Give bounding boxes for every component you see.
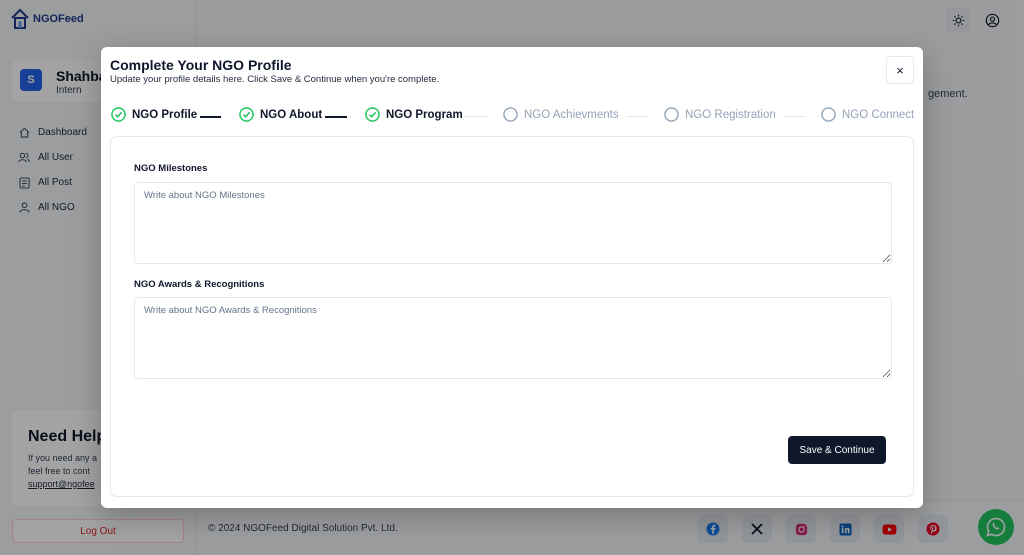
- step-connector: [626, 116, 648, 117]
- step-ngo-profile[interactable]: NGO Profile: [111, 107, 197, 122]
- step-label: NGO Achievments: [524, 108, 619, 121]
- step-label: NGO Program: [386, 108, 463, 121]
- awards-textarea[interactable]: [134, 297, 892, 379]
- stepper: NGO Profile NGO About NGO Program NGO Ac…: [111, 107, 923, 125]
- milestones-label: NGO Milestones: [134, 163, 208, 174]
- step-connector: [783, 116, 805, 117]
- empty-circle-icon: [821, 107, 836, 122]
- modal-title: Complete Your NGO Profile: [110, 57, 292, 73]
- check-circle-icon: [365, 107, 380, 122]
- step-ngo-achievments[interactable]: NGO Achievments: [503, 107, 619, 122]
- complete-profile-modal: Complete Your NGO Profile Update your pr…: [101, 47, 923, 508]
- modal-subtitle: Update your profile details here. Click …: [110, 74, 440, 85]
- step-label: NGO Registration: [685, 108, 776, 121]
- empty-circle-icon: [664, 107, 679, 122]
- step-label: NGO About: [260, 108, 323, 121]
- step-connector: [200, 116, 221, 118]
- step-label: NGO Connect: [842, 108, 915, 121]
- step-ngo-registration[interactable]: NGO Registration: [664, 107, 776, 122]
- step-ngo-program[interactable]: NGO Program: [365, 107, 463, 122]
- milestones-textarea[interactable]: [134, 182, 892, 264]
- step-ngo-connect[interactable]: NGO Connect: [821, 107, 914, 122]
- step-connector: [465, 116, 487, 117]
- step-connector: [325, 116, 347, 118]
- check-circle-icon: [111, 107, 126, 122]
- close-icon: ×: [896, 62, 904, 78]
- form-panel: NGO Milestones NGO Awards & Recognitions…: [110, 136, 914, 497]
- empty-circle-icon: [503, 107, 518, 122]
- check-circle-icon: [239, 107, 254, 122]
- step-ngo-about[interactable]: NGO About: [239, 107, 322, 122]
- awards-label: NGO Awards & Recognitions: [134, 279, 265, 290]
- close-button[interactable]: ×: [886, 56, 914, 84]
- step-label: NGO Profile: [132, 108, 198, 121]
- save-continue-button[interactable]: Save & Continue: [788, 436, 886, 464]
